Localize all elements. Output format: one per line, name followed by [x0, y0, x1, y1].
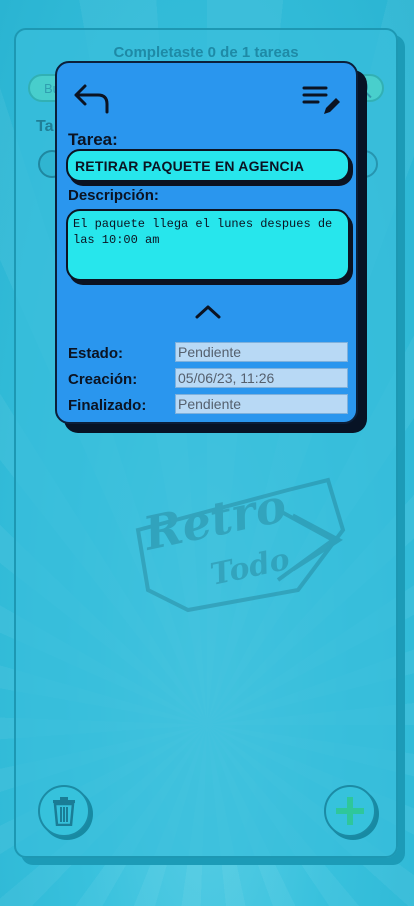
task-description-label: Descripción:: [68, 187, 159, 204]
status-label: Estado:: [68, 345, 124, 362]
chevron-up-icon: [195, 305, 221, 319]
finished-field: Pendiente: [175, 394, 348, 414]
add-task-button[interactable]: [324, 785, 376, 837]
edit-list-icon: [302, 86, 340, 114]
collapse-button[interactable]: [193, 301, 223, 321]
section-label: Ta: [36, 118, 54, 135]
task-title-label: Tarea:: [68, 130, 118, 149]
task-detail-modal: Tarea: RETIRAR PAQUETE EN AGENCIA Descri…: [55, 61, 358, 424]
status-field: Pendiente: [175, 342, 348, 362]
trash-icon: [53, 797, 75, 826]
edit-button[interactable]: [302, 84, 342, 118]
progress-header: Completaste 0 de 1 tareas: [113, 44, 299, 61]
delete-button[interactable]: [38, 785, 90, 837]
created-field: 05/06/23, 11:26: [175, 368, 348, 388]
created-label: Creación:: [68, 371, 138, 388]
plus-icon: [336, 797, 364, 825]
finished-label: Finalizado:: [68, 397, 147, 414]
task-title-field[interactable]: RETIRAR PAQUETE EN AGENCIA: [66, 149, 350, 182]
back-button[interactable]: [72, 83, 112, 115]
retro-todo-logo: Retro Todo: [135, 477, 346, 613]
undo-arrow-icon: [74, 84, 109, 114]
task-description-field[interactable]: El paquete llega el lunes despues de las…: [66, 209, 350, 281]
svg-text:Todo: Todo: [207, 542, 292, 593]
